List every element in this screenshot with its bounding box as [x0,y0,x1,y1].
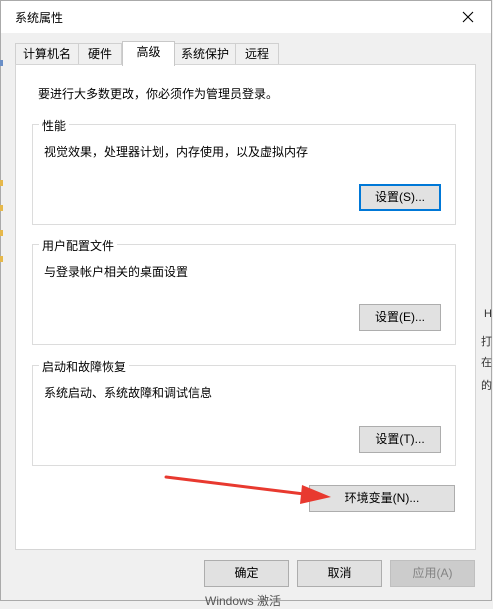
background-text: 的 [481,380,492,392]
user-profiles-title: 用户配置文件 [39,237,118,254]
background-window-edge [0,180,3,186]
startup-recovery-group: 启动和故障恢复 系统启动、系统故障和调试信息 设置(T)... [32,358,456,466]
close-button[interactable] [445,1,491,33]
performance-description: 视觉效果，处理器计划，内存使用，以及虚拟内存 [44,145,309,159]
background-text: H [484,308,492,320]
startup-recovery-description: 系统启动、系统故障和调试信息 [44,386,213,400]
cancel-button[interactable]: 取消 [297,560,382,587]
window-title: 系统属性 [15,11,64,25]
system-properties-dialog: 系统属性 计算机名 硬件 高级 系统保护 远程 要进行大多数更改，你必须作为管理… [0,0,492,601]
tab-system-protection[interactable]: 系统保护 [174,43,236,65]
background-windows-activation-text: Windows 激活 [205,594,282,608]
tab-remote[interactable]: 远程 [235,43,279,65]
title-bar: 系统属性 [1,1,491,33]
background-window-edge [0,256,3,262]
background-text: 打 [481,336,492,348]
tab-computer-name[interactable]: 计算机名 [15,43,79,65]
environment-variables-button[interactable]: 环境变量(N)... [309,485,455,512]
performance-settings-button[interactable]: 设置(S)... [359,184,441,211]
tab-hardware[interactable]: 硬件 [78,43,122,65]
user-profiles-settings-button[interactable]: 设置(E)... [359,304,441,331]
tab-label: 高级 [136,45,161,59]
user-profiles-description: 与登录帐户相关的桌面设置 [44,265,189,279]
tab-label: 计算机名 [22,47,71,61]
apply-button[interactable]: 应用(A) [390,560,475,587]
startup-recovery-title: 启动和故障恢复 [39,358,130,375]
tab-advanced[interactable]: 高级 [122,41,175,66]
tab-label: 硬件 [87,47,112,61]
advanced-tab-page: 要进行大多数更改，你必须作为管理员登录。 性能 视觉效果，处理器计划，内存使用，… [15,64,476,550]
background-text: 在 [481,357,492,369]
startup-recovery-settings-button[interactable]: 设置(T)... [359,426,441,453]
performance-title: 性能 [39,117,70,134]
performance-group: 性能 视觉效果，处理器计划，内存使用，以及虚拟内存 设置(S)... [32,117,456,225]
background-window-edge [0,60,3,66]
tab-label: 远程 [244,47,269,61]
admin-note: 要进行大多数更改，你必须作为管理员登录。 [38,87,279,101]
ok-button[interactable]: 确定 [204,560,289,587]
tab-label: 系统保护 [180,47,229,61]
background-window-edge [0,205,3,211]
close-icon [462,11,474,23]
background-window-edge [0,230,3,236]
user-profiles-group: 用户配置文件 与登录帐户相关的桌面设置 设置(E)... [32,237,456,345]
